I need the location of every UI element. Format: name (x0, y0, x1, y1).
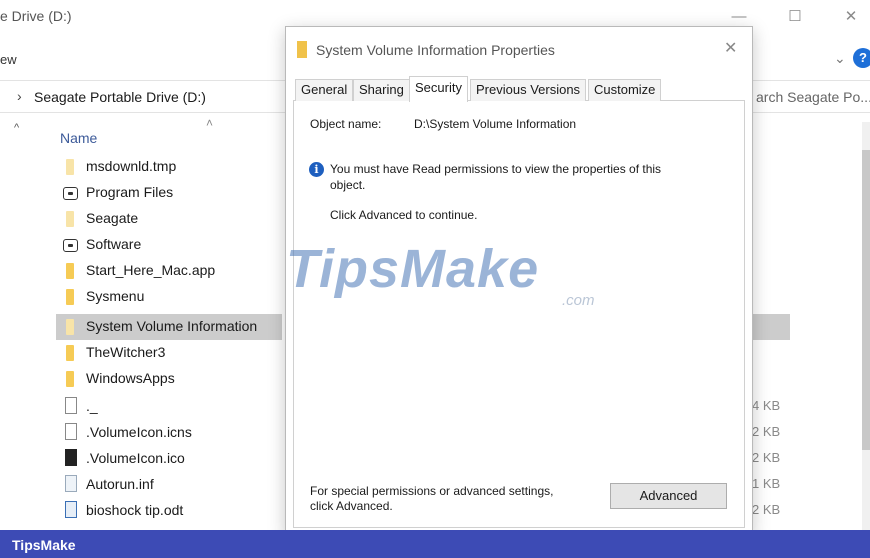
list-item-selected[interactable]: System Volume Information (56, 314, 282, 340)
search-input[interactable]: arch Seagate Po... (756, 89, 870, 105)
file-name: WindowsApps (86, 370, 175, 386)
file-size: 4 KB (752, 398, 781, 413)
list-item[interactable]: .VolumeIcon.ico (56, 446, 282, 472)
list-item[interactable]: .VolumeIcon.icns (56, 420, 282, 446)
folder-icon (66, 263, 74, 279)
file-name: Seagate (86, 210, 139, 226)
inf-file-icon (65, 475, 77, 492)
help-icon[interactable]: ? (853, 48, 870, 68)
sort-chevron-icon: ˄ (206, 116, 214, 130)
tab-general[interactable]: General (295, 79, 354, 101)
file-icon (65, 397, 77, 414)
object-name-value: D:\System Volume Information (414, 117, 577, 131)
tab-previous-versions[interactable]: Previous Versions (470, 79, 587, 101)
permission-message-line2: object. (330, 178, 366, 192)
maximize-icon[interactable]: ☐ (780, 8, 810, 28)
folder-icon (66, 159, 74, 175)
advanced-button[interactable]: Advanced (610, 483, 727, 509)
file-size: 1 KB (752, 476, 781, 491)
explorer-window-title: e Drive (D:) (0, 8, 72, 24)
list-item[interactable]: ._ (56, 394, 282, 420)
special-permissions-line1: For special permissions or advanced sett… (310, 484, 554, 498)
file-size: 2 KB (752, 502, 781, 517)
tab-customize[interactable]: Customize (588, 79, 662, 101)
list-item[interactable]: Start_Here_Mac.app (56, 258, 282, 284)
tab-security[interactable]: Security (409, 76, 468, 102)
folder-icon (66, 319, 74, 335)
breadcrumb-chevron-icon[interactable]: › (17, 88, 22, 104)
ribbon-tab-view[interactable]: ew (0, 52, 17, 67)
info-icon: i (309, 162, 324, 177)
list-item[interactable]: Software (56, 232, 282, 258)
tab-sharing[interactable]: Sharing (353, 79, 410, 101)
file-name: Start_Here_Mac.app (86, 262, 216, 278)
drive-icon (63, 187, 78, 200)
selection-highlight (752, 314, 790, 340)
close-icon[interactable]: ✕ (724, 38, 737, 58)
file-size: 2 KB (752, 450, 781, 465)
list-item[interactable]: Seagate (56, 206, 282, 232)
watermark-logo: TipsMake (286, 239, 540, 299)
minimize-icon[interactable]: — (724, 8, 754, 28)
file-name: .VolumeIcon.ico (86, 450, 185, 466)
file-name: bioshock tip.odt (86, 502, 184, 518)
watermark-suffix: .com (562, 292, 595, 309)
file-name: Autorun.inf (86, 476, 154, 492)
folder-icon (297, 41, 307, 58)
file-name: msdownld.tmp (86, 158, 177, 174)
file-name: System Volume Information (86, 318, 258, 334)
folder-icon (66, 289, 74, 305)
special-permissions-line2: click Advanced. (310, 499, 393, 513)
ribbon-expand-icon[interactable]: ⌄ (834, 50, 846, 67)
list-item[interactable]: TheWitcher3 (56, 340, 282, 366)
footer-banner (0, 530, 870, 558)
drive-icon (63, 239, 78, 252)
footer-brand: TipsMake (12, 537, 76, 553)
file-name: ._ (86, 398, 98, 414)
column-header-name[interactable]: Name (60, 130, 97, 146)
close-window-icon[interactable]: ✕ (836, 8, 866, 28)
file-icon (65, 423, 77, 440)
folder-icon (66, 211, 74, 227)
list-item[interactable]: bioshock tip.odt (56, 498, 282, 524)
file-name: .VolumeIcon.icns (86, 424, 192, 440)
list-item[interactable]: msdownld.tmp (56, 154, 282, 180)
file-dark-icon (65, 449, 77, 466)
file-name: Sysmenu (86, 288, 145, 304)
list-item[interactable]: Sysmenu (56, 284, 282, 310)
continue-message: Click Advanced to continue. (330, 208, 478, 222)
permission-message-line1: You must have Read permissions to view t… (330, 162, 662, 176)
scrollbar-thumb[interactable] (862, 150, 870, 450)
list-item[interactable]: WindowsApps (56, 366, 282, 392)
list-item[interactable]: Program Files (56, 180, 282, 206)
object-name-label: Object name: (310, 117, 382, 131)
scroll-up-icon[interactable]: ^ (14, 122, 19, 134)
folder-icon (66, 371, 74, 387)
file-name: TheWitcher3 (86, 344, 166, 360)
file-size: 2 KB (752, 424, 781, 439)
file-name: Software (86, 236, 142, 252)
folder-icon (66, 345, 74, 361)
dialog-title: System Volume Information Properties (316, 42, 555, 58)
file-name: Program Files (86, 184, 174, 200)
breadcrumb-drive[interactable]: Seagate Portable Drive (D:) (34, 89, 206, 105)
list-item[interactable]: Autorun.inf (56, 472, 282, 498)
odt-file-icon (65, 501, 77, 518)
